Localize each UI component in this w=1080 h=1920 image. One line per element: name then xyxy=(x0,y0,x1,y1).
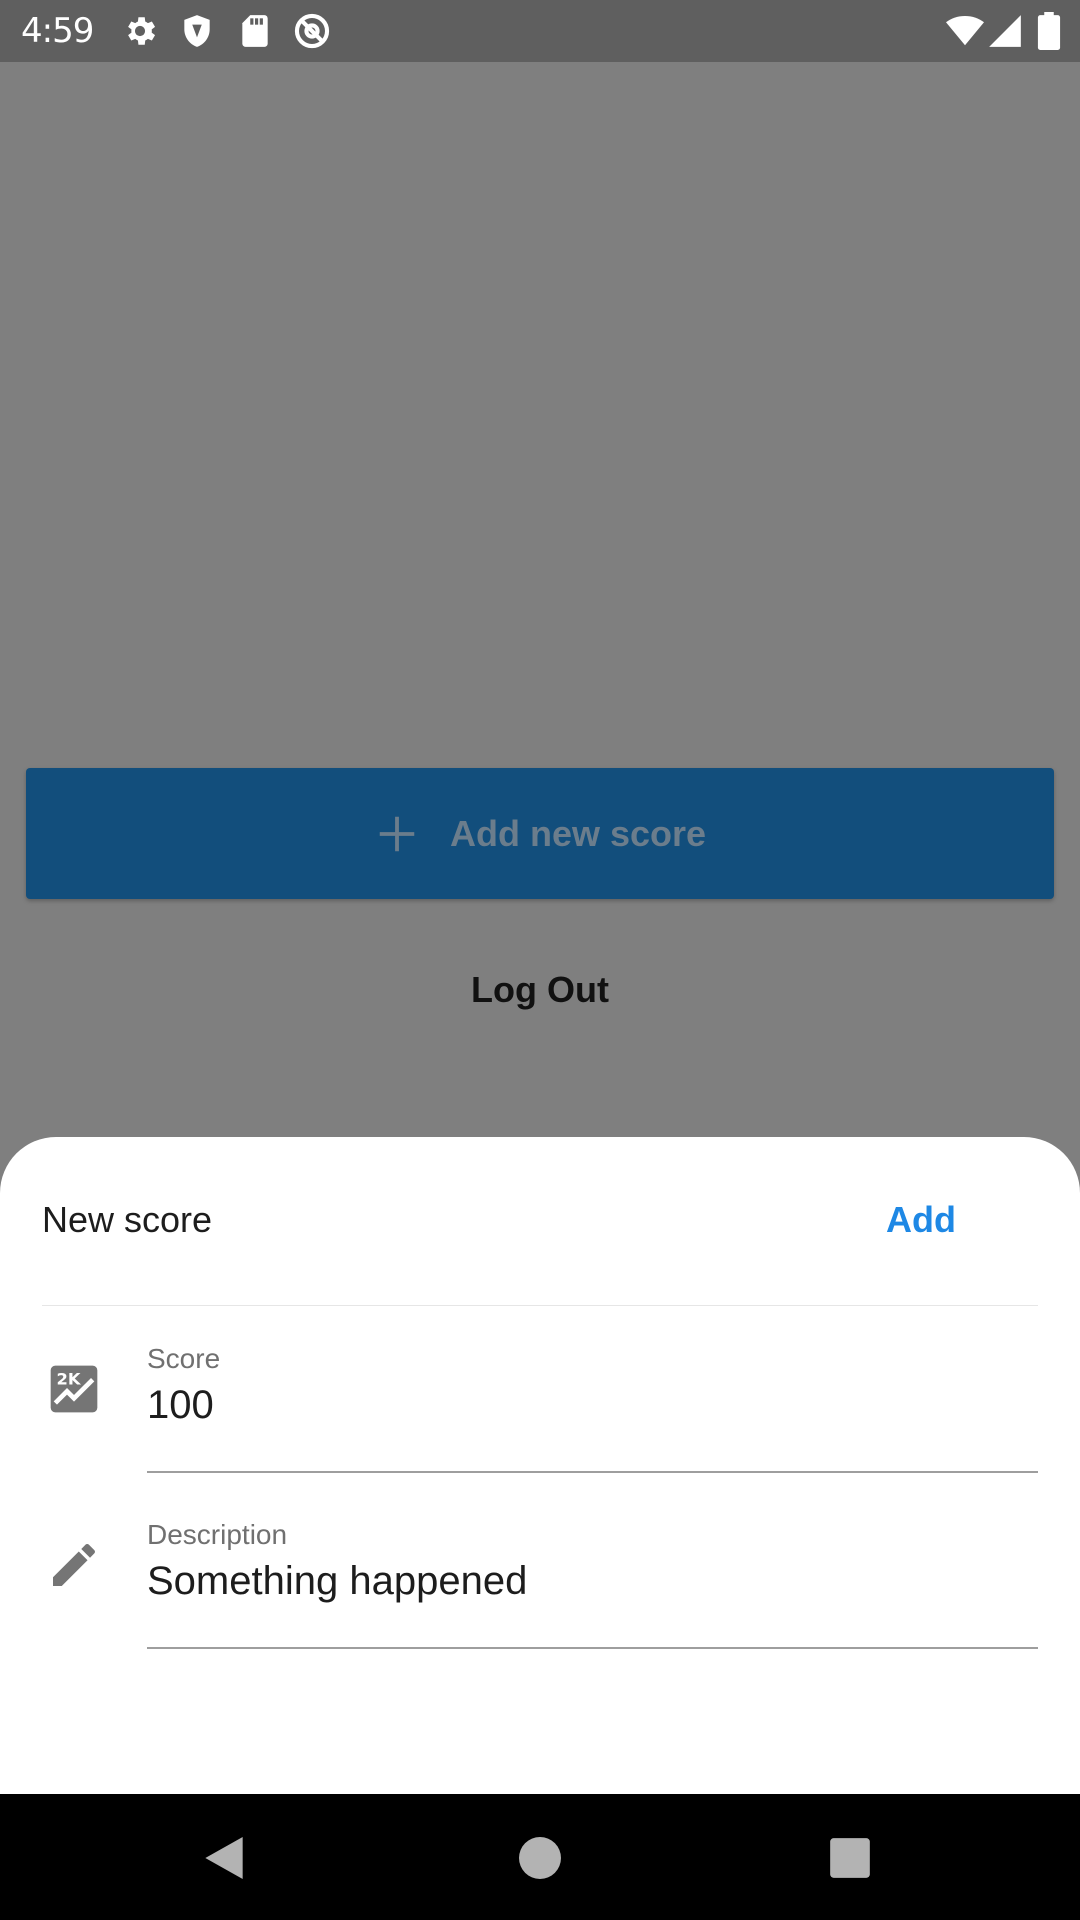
navigation-bar xyxy=(0,1794,1080,1920)
svg-text:2K: 2K xyxy=(57,1369,82,1388)
add-button[interactable]: Add xyxy=(870,1185,972,1255)
shield-icon xyxy=(178,12,216,50)
description-field-label: Description xyxy=(147,1519,288,1550)
status-time: 4:59 xyxy=(21,11,94,51)
gear-icon xyxy=(121,12,159,50)
pencil-icon xyxy=(46,1537,102,1593)
add-button-label: Add xyxy=(886,1199,956,1240)
divider xyxy=(42,1305,1038,1306)
sd-card-icon xyxy=(236,12,274,50)
home-icon[interactable] xyxy=(512,1830,568,1886)
signal-icon xyxy=(986,12,1024,50)
at-sign-icon xyxy=(293,12,331,50)
log-out-label: Log Out xyxy=(471,969,609,1010)
wifi-icon xyxy=(944,12,986,50)
status-bar: 4:59 xyxy=(0,0,1080,62)
new-score-sheet: New score Add 2K Score Description xyxy=(0,1137,1080,1794)
description-input[interactable] xyxy=(147,1559,1027,1604)
score-chart-icon: 2K xyxy=(46,1361,102,1417)
back-icon[interactable] xyxy=(196,1830,252,1886)
log-out-button[interactable]: Log Out xyxy=(0,955,1080,1025)
score-input[interactable] xyxy=(147,1383,1027,1428)
sheet-title: New score xyxy=(42,1199,213,1240)
recents-icon[interactable] xyxy=(822,1830,878,1886)
plus-icon xyxy=(374,811,420,857)
battery-icon xyxy=(1036,12,1062,50)
add-new-score-label: Add new score xyxy=(449,812,707,854)
description-field[interactable]: Description xyxy=(147,1519,1038,1649)
score-field-label: Score xyxy=(147,1343,221,1374)
score-field[interactable]: Score xyxy=(147,1343,1038,1473)
add-new-score-button[interactable]: Add new score xyxy=(26,768,1054,899)
